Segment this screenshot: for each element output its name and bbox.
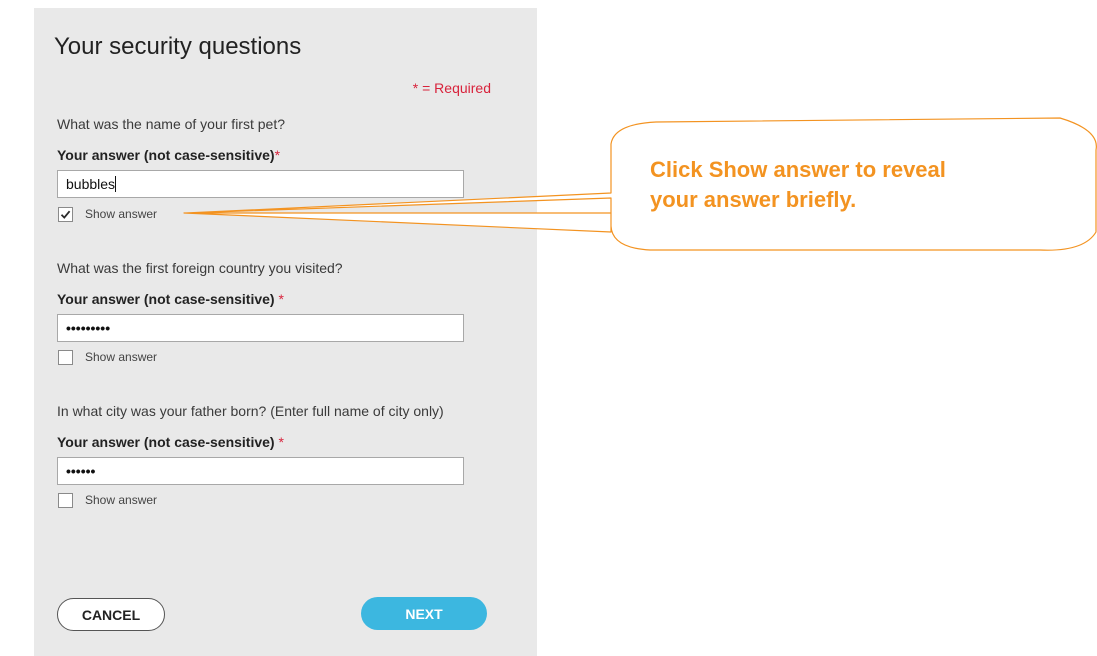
callout-line-1: Click Show answer to reveal	[650, 157, 946, 182]
callout-bubble	[183, 117, 1097, 251]
callout-line-2: your answer briefly.	[650, 187, 857, 212]
callout-text: Click Show answer to reveal your answer …	[650, 155, 1080, 215]
